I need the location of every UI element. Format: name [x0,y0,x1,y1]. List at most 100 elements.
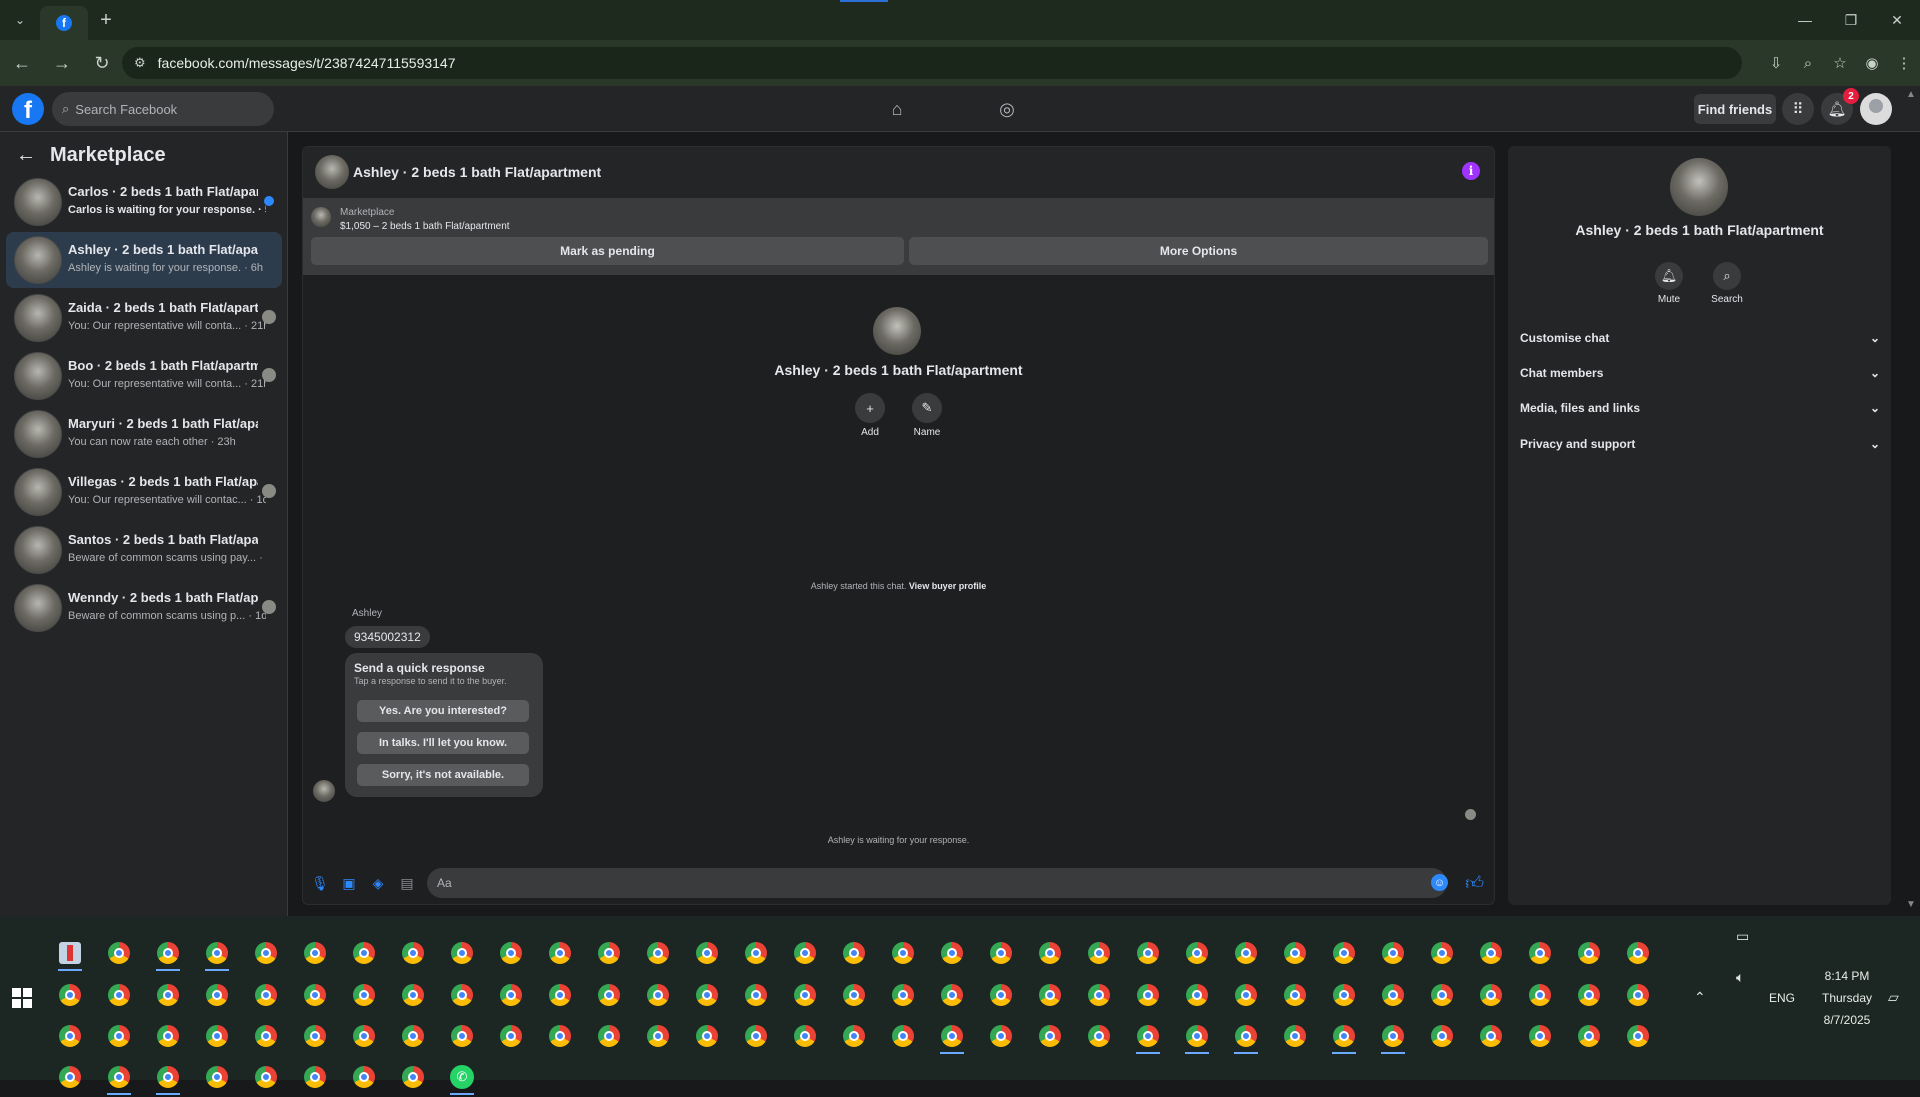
chrome-icon[interactable] [1520,1016,1560,1056]
chrome-icon[interactable] [491,1016,531,1056]
chrome-icon[interactable] [246,975,286,1015]
listing-price[interactable]: $1,050 – 2 beds 1 bath Flat/apartment [340,221,510,232]
chrome-icon[interactable] [442,933,482,973]
chrome-icon[interactable] [687,1016,727,1056]
chrome-icon[interactable] [540,1016,580,1056]
chat-title[interactable]: Ashley · 2 beds 1 bath Flat/apartment [353,164,601,180]
clock-time[interactable]: 8:14 PM [1812,969,1882,983]
chrome-icon[interactable] [148,1016,188,1056]
forward-icon[interactable]: → [44,45,80,81]
chrome-icon[interactable] [981,933,1021,973]
chrome-icon[interactable] [393,1057,433,1097]
chrome-icon[interactable] [491,933,531,973]
chrome-icon[interactable] [197,933,237,973]
chrome-icon[interactable] [1177,933,1217,973]
chrome-icon[interactable] [1226,975,1266,1015]
chrome-icon[interactable] [1177,1016,1217,1056]
site-info-icon[interactable]: ⚙ [134,55,146,71]
chrome-icon[interactable] [1226,1016,1266,1056]
info-icon[interactable]: i [1462,162,1480,180]
whatsapp-icon[interactable]: ✆ [442,1057,482,1097]
chrome-icon[interactable] [638,1016,678,1056]
image-icon[interactable]: ▣ [340,874,358,892]
message-input[interactable]: Aa [427,868,1447,898]
chrome-icon[interactable] [1471,933,1511,973]
conversation-item[interactable]: Carlos · 2 beds 1 bath Flat/apart... Car… [6,174,282,230]
chrome-icon[interactable] [1079,933,1119,973]
clock-day[interactable]: Thursday [1812,991,1882,1005]
chrome-icon[interactable] [932,975,972,1015]
view-buyer-profile-link[interactable]: View buyer profile [909,581,986,591]
chrome-icon[interactable] [1030,933,1070,973]
chrome-icon[interactable] [99,1016,139,1056]
search-action[interactable]: ⌕ Search [1702,262,1752,305]
conversation-item[interactable]: Villegas · 2 beds 1 bath Flat/apa... You… [6,464,282,520]
chrome-icon[interactable] [442,975,482,1015]
message-bubble[interactable]: 9345002312 [345,626,430,648]
quick-reply-button[interactable]: In talks. I'll let you know. [357,732,529,754]
gif-icon[interactable]: ▤ [398,874,416,892]
chrome-icon[interactable] [1128,975,1168,1015]
chrome-icon[interactable] [932,1016,972,1056]
chrome-icon[interactable] [344,975,384,1015]
chat-members-section[interactable]: Chat members ⌄ [1520,358,1880,388]
chrome-icon[interactable] [1324,975,1364,1015]
more-options-button[interactable]: More Options [909,237,1488,265]
chrome-icon[interactable] [1226,933,1266,973]
scroll-up-icon[interactable]: ▲ [1906,89,1916,100]
chrome-icon[interactable] [99,1057,139,1097]
chrome-icon[interactable] [197,975,237,1015]
chrome-icon[interactable] [1520,933,1560,973]
chrome-icon[interactable] [295,975,335,1015]
tab-search-chevron-icon[interactable]: ⌄ [0,0,40,40]
language-indicator[interactable]: ENG [1762,991,1802,1005]
chrome-icon[interactable] [50,1057,90,1097]
chrome-icon[interactable] [246,933,286,973]
emoji-icon[interactable]: ☺ [1431,874,1448,891]
conversation-item[interactable]: Boo · 2 beds 1 bath Flat/apartm... You: … [6,348,282,404]
chrome-icon[interactable] [295,1016,335,1056]
groups-icon[interactable]: ◎ [992,94,1022,124]
chrome-icon[interactable] [246,1016,286,1056]
chrome-icon[interactable] [1471,1016,1511,1056]
conversation-item[interactable]: Santos · 2 beds 1 bath Flat/apartm... Be… [6,522,282,578]
add-people-action[interactable]: + Add [845,393,895,438]
chrome-icon[interactable] [1079,1016,1119,1056]
chrome-icon[interactable] [295,1057,335,1097]
chrome-icon[interactable] [981,1016,1021,1056]
chrome-icon[interactable] [393,975,433,1015]
chevron-up-icon[interactable]: ⌃ [1694,989,1706,1006]
search-facebook-input[interactable]: ⌕ Search Facebook [52,92,274,126]
chrome-icon[interactable] [589,933,629,973]
chrome-icon[interactable] [785,933,825,973]
chrome-icon[interactable] [834,933,874,973]
chrome-icon[interactable] [883,975,923,1015]
account-avatar[interactable] [1860,93,1892,125]
chrome-icon[interactable] [344,933,384,973]
sender-avatar[interactable] [313,780,335,802]
chrome-icon[interactable] [148,1057,188,1097]
close-icon[interactable]: ✕ [1874,0,1920,40]
quick-reply-button[interactable]: Yes. Are you interested? [357,700,529,722]
chrome-icon[interactable] [148,933,188,973]
back-icon[interactable]: ← [4,45,40,81]
chrome-icon[interactable] [785,975,825,1015]
chrome-icon[interactable] [736,933,776,973]
chrome-icon[interactable] [1079,975,1119,1015]
listing-thumbnail[interactable] [311,207,331,227]
chrome-icon[interactable] [393,933,433,973]
chrome-icon[interactable] [834,1016,874,1056]
bookmark-star-icon[interactable]: ☆ [1824,47,1856,79]
chrome-icon[interactable] [736,1016,776,1056]
chrome-icon[interactable] [1275,975,1315,1015]
chrome-icon[interactable] [834,975,874,1015]
conversation-item[interactable]: Wenndy · 2 beds 1 bath Flat/apa... Bewar… [6,580,282,636]
minimize-icon[interactable]: — [1782,0,1828,40]
chrome-icon[interactable] [99,975,139,1015]
chrome-icon[interactable] [1030,1016,1070,1056]
chrome-icon[interactable] [736,975,776,1015]
chrome-icon[interactable] [540,975,580,1015]
chrome-icon[interactable] [1373,1016,1413,1056]
microphone-icon[interactable]: 🎙︎ [311,874,329,892]
chrome-icon[interactable] [589,1016,629,1056]
